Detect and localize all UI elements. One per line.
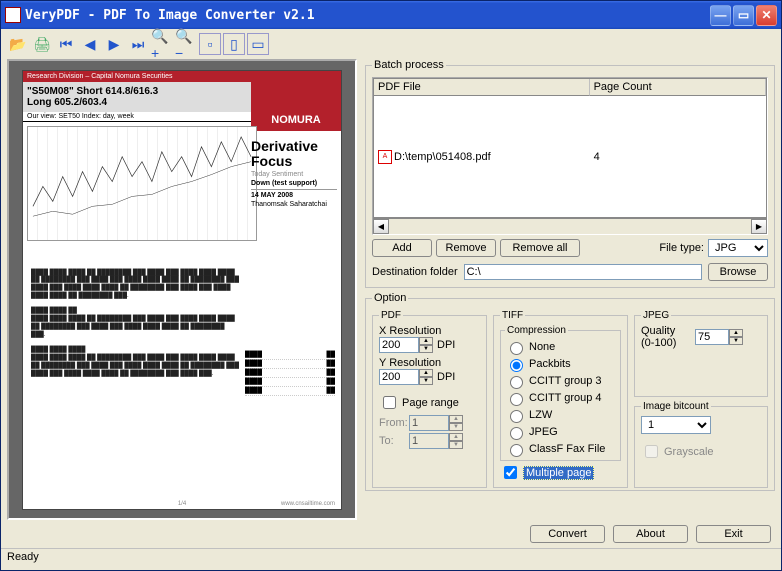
window-title: VeryPDF - PDF To Image Converter v2.1 <box>25 8 710 23</box>
yres-spinner[interactable]: ▲▼ <box>419 369 433 385</box>
jpeg-group: JPEG Quality (0-100) ▲▼ <box>634 310 768 397</box>
fit-page-icon[interactable]: ▯ <box>223 33 245 55</box>
status-text: Ready <box>7 551 39 563</box>
option-group: Option PDF X Resolution ▲▼ DPI Y Resolut… <box>365 292 775 491</box>
close-button[interactable]: ✕ <box>756 5 777 26</box>
body-text: ████ ████ ████ ██ ████████ ███ ████ ███ … <box>23 266 248 383</box>
add-button[interactable]: Add <box>372 239 432 257</box>
yres-label: Y Resolution <box>379 357 480 369</box>
bottom-bar: Convert About Exit <box>1 520 781 548</box>
minimize-button[interactable]: — <box>710 5 731 26</box>
browse-button[interactable]: Browse <box>708 263 768 281</box>
side-table: ██████ ██████ ██████ ██████ ██████ <box>245 351 335 396</box>
filetype-select[interactable]: JPG <box>708 239 768 257</box>
bitcount-select[interactable]: 1 <box>641 416 711 434</box>
table-row[interactable]: AD:\temp\051408.pdf 4 <box>374 96 766 217</box>
open-icon[interactable]: 📂 <box>7 33 29 55</box>
maximize-button[interactable]: ▭ <box>733 5 754 26</box>
to-input <box>409 433 449 449</box>
quality-input[interactable] <box>695 329 729 345</box>
zoom-out-icon[interactable]: 🔍− <box>175 33 197 55</box>
brand-box: NOMURA <box>251 71 341 131</box>
pdf-icon: A <box>378 150 392 164</box>
batch-process-group: Batch process PDF File Page Count AD:\te… <box>365 59 775 288</box>
last-page-icon[interactable]: ⏭ <box>127 33 149 55</box>
filetype-label: File type: <box>659 242 704 254</box>
fit-width-icon[interactable]: ▭ <box>247 33 269 55</box>
comp-classf[interactable] <box>510 444 523 457</box>
convert-button[interactable]: Convert <box>530 525 605 543</box>
first-page-icon[interactable]: ⏮ <box>55 33 77 55</box>
toolbar: 📂 🖨 ⏮ ◀ ▶ ⏭ 🔍+ 🔍− ▫ ▯ ▭ <box>1 29 781 59</box>
title-bar: VeryPDF - PDF To Image Converter v2.1 — … <box>1 1 781 29</box>
comp-packbits[interactable] <box>510 359 523 372</box>
chart-preview <box>27 126 257 241</box>
h-scrollbar[interactable]: ◀ ▶ <box>373 218 767 234</box>
about-button[interactable]: About <box>613 525 688 543</box>
comp-jpeg[interactable] <box>510 427 523 440</box>
multipage-checkbox[interactable] <box>504 466 517 479</box>
grayscale-label: Grayscale <box>664 446 714 458</box>
exit-button[interactable]: Exit <box>696 525 771 543</box>
actual-size-icon[interactable]: ▫ <box>199 33 221 55</box>
remove-all-button[interactable]: Remove all <box>500 239 580 257</box>
batch-legend: Batch process <box>372 59 446 71</box>
xres-input[interactable] <box>379 337 419 353</box>
compression-group: Compression None Packbits CCITT group 3 … <box>500 325 621 461</box>
comp-ccitt4[interactable] <box>510 393 523 406</box>
pdf-group: PDF X Resolution ▲▼ DPI Y Resolution ▲▼ … <box>372 310 487 488</box>
preview-pane: NOMURA Research Division – Capital Nomur… <box>7 59 357 520</box>
dest-input[interactable] <box>464 264 702 280</box>
pdf-page-preview: NOMURA Research Division – Capital Nomur… <box>22 70 342 510</box>
print-icon[interactable]: 🖨 <box>31 33 53 55</box>
zoom-in-icon[interactable]: 🔍+ <box>151 33 173 55</box>
option-legend: Option <box>372 292 408 304</box>
dest-label: Destination folder <box>372 266 458 278</box>
page-footer: 1/4 www.cnsailtime.com <box>23 501 341 507</box>
scroll-right-icon[interactable]: ▶ <box>751 219 767 234</box>
file-table[interactable]: PDF File Page Count AD:\temp\051408.pdf … <box>373 78 767 218</box>
quality-label: Quality (0-100) <box>641 325 691 349</box>
remove-button[interactable]: Remove <box>436 239 496 257</box>
page-range-label: Page range <box>402 397 459 409</box>
xres-spinner[interactable]: ▲▼ <box>419 337 433 353</box>
status-bar: Ready <box>1 548 781 570</box>
comp-none[interactable] <box>510 342 523 355</box>
comp-ccitt3[interactable] <box>510 376 523 389</box>
quality-spinner[interactable]: ▲▼ <box>729 329 743 345</box>
derivative-focus: Derivative Focus Today Sentiment Down (t… <box>251 139 337 211</box>
multipage-label: Multiple page <box>523 466 594 480</box>
xres-label: X Resolution <box>379 325 480 337</box>
next-page-icon[interactable]: ▶ <box>103 33 125 55</box>
scroll-left-icon[interactable]: ◀ <box>373 219 389 234</box>
col-page-count[interactable]: Page Count <box>590 79 766 96</box>
grayscale-checkbox <box>645 445 658 458</box>
from-input <box>409 415 449 431</box>
tiff-group: TIFF Compression None Packbits CCITT gro… <box>493 310 628 488</box>
yres-input[interactable] <box>379 369 419 385</box>
app-icon <box>5 7 21 23</box>
col-pdf-file[interactable]: PDF File <box>374 79 590 96</box>
bitcount-group: Image bitcount 1 Grayscale <box>634 401 768 488</box>
page-range-checkbox[interactable] <box>383 396 396 409</box>
prev-page-icon[interactable]: ◀ <box>79 33 101 55</box>
comp-lzw[interactable] <box>510 410 523 423</box>
